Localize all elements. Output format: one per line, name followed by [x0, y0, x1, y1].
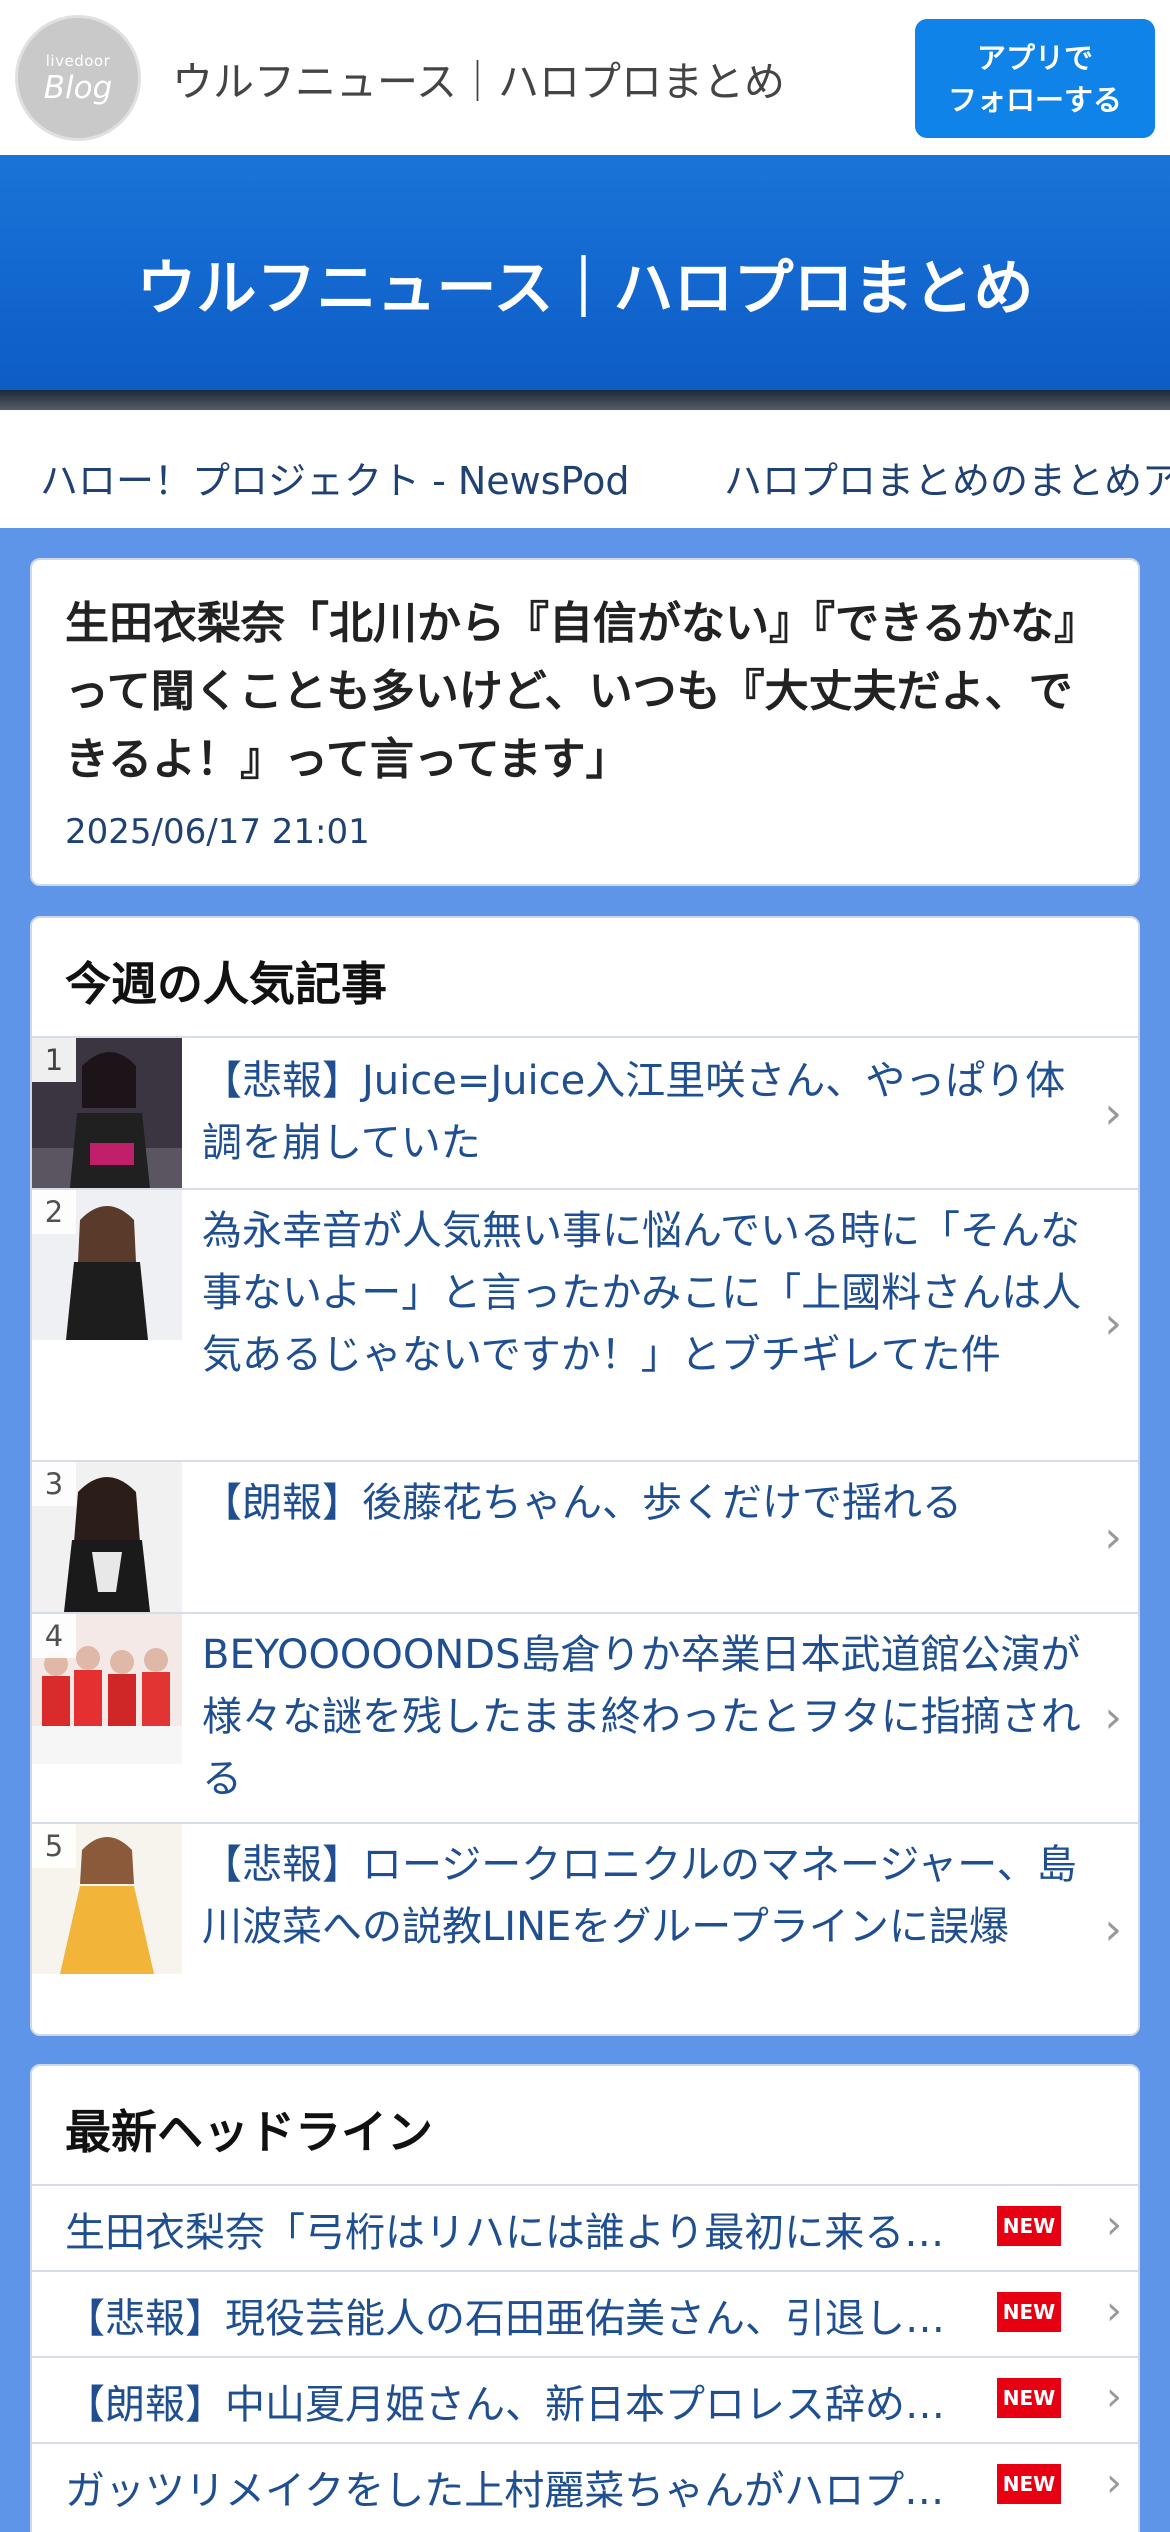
headline-item-1[interactable]: 生田衣梨奈「弓桁はリハには誰より最初に来る… NEW › — [32, 2184, 1138, 2270]
blog-name[interactable]: ウルフニュース｜ハロプロまとめ — [172, 48, 785, 108]
latest-article-card[interactable]: 生田衣梨奈「北川から『自信がない』『できるかな』って聞くことも多いけど、いつも『… — [30, 558, 1140, 886]
chevron-right-icon: › — [1104, 1088, 1122, 1139]
new-badge: NEW — [997, 2292, 1061, 2332]
ranking-thumbnail: 4 — [32, 1614, 182, 1764]
ranking-item-title[interactable]: 【朗報】後藤花ちゃん、歩くだけで揺れる — [202, 1472, 1082, 1534]
new-badge: NEW — [997, 2464, 1061, 2504]
headline-text[interactable]: ガッツリメイクをした上村麗菜ちゃんがハロプ… — [65, 2458, 985, 2516]
chevron-right-icon: › — [1104, 1298, 1122, 1349]
ranking-thumbnail: 2 — [32, 1190, 182, 1340]
ranking-item-2[interactable]: 2 為永幸音が人気無い事に悩んでいる時に「そんな事ないよー」と言ったかみこに「上… — [32, 1188, 1138, 1460]
top-bar: livedoor Blog ウルフニュース｜ハロプロまとめ アプリで フォローす… — [0, 0, 1170, 155]
headlines-title: 最新ヘッドライン — [65, 2105, 433, 2159]
rank-number: 5 — [32, 1824, 76, 1868]
link-newspod[interactable]: ハロー！プロジェクト - NewsPod — [40, 450, 629, 505]
article-title[interactable]: 生田衣梨奈「北川から『自信がない』『できるかな』って聞くことも多いけど、いつも『… — [65, 590, 1115, 794]
ranking-thumbnail: 3 — [32, 1462, 182, 1612]
weekly-ranking-card: 今週の人気記事 1 【悲報】Juice=Juice入江里咲さん、やっぱり体調を崩… — [30, 916, 1140, 2036]
headline-text[interactable]: 【朗報】中山夏月姫さん、新日本プロレス辞め… — [65, 2372, 985, 2430]
headline-text[interactable]: 生田衣梨奈「弓桁はリハには誰より最初に来る… — [65, 2200, 985, 2258]
link-matome[interactable]: ハロプロまとめのまとめア — [724, 450, 1170, 505]
ranking-thumbnail: 1 — [32, 1038, 182, 1188]
new-badge: NEW — [997, 2206, 1061, 2246]
new-badge: NEW — [997, 2378, 1061, 2418]
ranking-item-title[interactable]: 為永幸音が人気無い事に悩んでいる時に「そんな事ないよー」と言ったかみこに「上國料… — [202, 1200, 1082, 1386]
rank-number: 1 — [32, 1038, 76, 1082]
headline-text[interactable]: 【悲報】現役芸能人の石田亜佑美さん、引退し… — [65, 2286, 985, 2344]
chevron-right-icon: › — [1104, 1512, 1122, 1563]
latest-headlines-card: 最新ヘッドライン 生田衣梨奈「弓桁はリハには誰より最初に来る… NEW › 【悲… — [30, 2064, 1140, 2532]
hero-divider — [0, 390, 1170, 410]
follow-button-line-2: フォローする — [947, 82, 1122, 117]
chevron-right-icon: › — [1106, 2460, 1122, 2506]
ranking-item-title[interactable]: 【悲報】ロージークロニクルのマネージャー、島川波菜への説教LINEをグループライ… — [202, 1834, 1082, 1958]
rank-number: 4 — [32, 1614, 76, 1658]
chevron-right-icon: › — [1104, 1904, 1122, 1955]
logo-big-text: Blog — [43, 70, 113, 106]
ranking-item-1[interactable]: 1 【悲報】Juice=Juice入江里咲さん、やっぱり体調を崩していた › — [32, 1036, 1138, 1188]
ranking-item-title[interactable]: BEYOOOOONDS島倉りか卒業日本武道館公演が様々な謎を残したまま終わったと… — [202, 1624, 1082, 1810]
chevron-right-icon: › — [1104, 1692, 1122, 1743]
ranking-item-3[interactable]: 3 【朗報】後藤花ちゃん、歩くだけで揺れる › — [32, 1460, 1138, 1612]
ranking-item-title[interactable]: 【悲報】Juice=Juice入江里咲さん、やっぱり体調を崩していた — [202, 1050, 1082, 1174]
follow-in-app-button[interactable]: アプリで フォローする — [915, 19, 1155, 138]
ranking-item-4[interactable]: 4 BEYOOOOONDS島倉りか卒業日本武道館公演が様々な謎を残したまま終わっ… — [32, 1612, 1138, 1822]
chevron-right-icon: › — [1106, 2374, 1122, 2420]
ranking-thumbnail: 5 — [32, 1824, 182, 1974]
logo-small-text: livedoor — [45, 52, 111, 70]
ranking-item-5[interactable]: 5 【悲報】ロージークロニクルのマネージャー、島川波菜への説教LINEをグループ… — [32, 1822, 1138, 2034]
follow-button-line-1: アプリで — [976, 40, 1093, 75]
chevron-right-icon: › — [1106, 2288, 1122, 2334]
rank-number: 2 — [32, 1190, 76, 1234]
headline-item-2[interactable]: 【悲報】現役芸能人の石田亜佑美さん、引退し… NEW › — [32, 2270, 1138, 2356]
ranking-title: 今週の人気記事 — [65, 957, 387, 1011]
article-date: 2025/06/17 21:01 — [65, 812, 370, 852]
livedoor-blog-logo[interactable]: livedoor Blog — [15, 15, 141, 141]
headline-item-3[interactable]: 【朗報】中山夏月姫さん、新日本プロレス辞め… NEW › — [32, 2356, 1138, 2442]
rank-number: 3 — [32, 1462, 76, 1506]
headline-item-4[interactable]: ガッツリメイクをした上村麗菜ちゃんがハロプ… NEW › — [32, 2442, 1138, 2528]
chevron-right-icon: › — [1106, 2202, 1122, 2248]
hero-title[interactable]: ウルフニュース｜ハロプロまとめ — [0, 240, 1170, 327]
related-links-row: ハロー！プロジェクト - NewsPod ハロプロまとめのまとめア — [0, 410, 1170, 528]
